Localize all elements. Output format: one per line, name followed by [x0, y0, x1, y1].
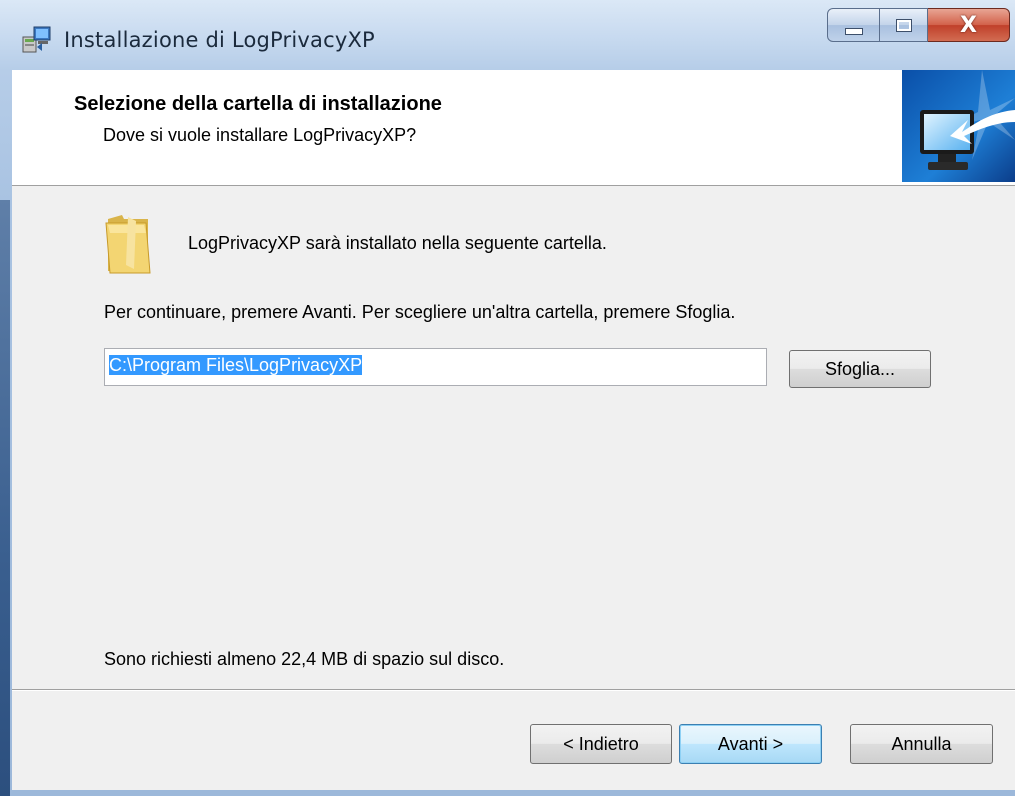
page-title: Selezione della cartella di installazion… — [74, 93, 442, 115]
back-button[interactable]: < Indietro — [530, 724, 672, 764]
wizard-header: Selezione della cartella di installazion… — [12, 70, 1015, 186]
computer-install-icon — [902, 70, 1015, 182]
next-button[interactable]: Avanti > — [679, 724, 822, 764]
minimize-button[interactable] — [827, 8, 880, 42]
install-path-value: C:\Program Files\LogPrivacyXP — [109, 355, 363, 375]
window-frame: Installazione di LogPrivacyXP X Selezion… — [0, 0, 1015, 796]
page-subtitle: Dove si vuole installare LogPrivacyXP? — [103, 125, 417, 145]
close-icon: X — [960, 12, 977, 38]
folder-icon — [104, 213, 154, 277]
setup-icon — [22, 25, 52, 53]
maximize-button[interactable] — [880, 8, 928, 42]
minimize-icon — [844, 27, 863, 35]
disk-space-message: Sono richiesti almeno 22,4 MB di spazio … — [104, 649, 505, 669]
frame-border — [0, 200, 10, 796]
title-bar[interactable]: Installazione di LogPrivacyXP X — [0, 0, 1015, 70]
footer-separator — [12, 689, 1015, 691]
install-location-message: LogPrivacyXP sarà installato nella segue… — [188, 233, 607, 253]
maximize-icon — [895, 18, 912, 32]
browse-button[interactable]: Sfoglia... — [789, 350, 931, 388]
dialog-client-area: Selezione della cartella di installazion… — [12, 70, 1015, 790]
window-title: Installazione di LogPrivacyXP — [64, 28, 375, 52]
instruction-text: Per continuare, premere Avanti. Per sceg… — [104, 302, 736, 322]
cancel-button[interactable]: Annulla — [850, 724, 993, 764]
caption-buttons: X — [827, 8, 1011, 46]
close-button[interactable]: X — [928, 8, 1010, 42]
install-path-input[interactable]: C:\Program Files\LogPrivacyXP — [104, 348, 767, 386]
